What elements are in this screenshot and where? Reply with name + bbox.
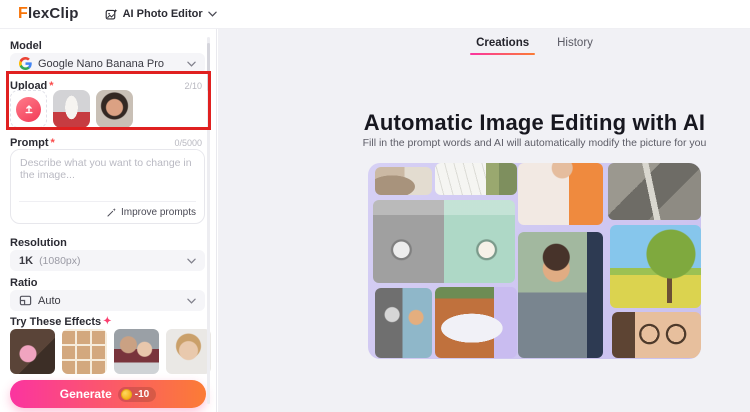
model-value: Google Nano Banana Pro [38, 57, 164, 70]
effect-thumbnail-pet-grid[interactable] [62, 329, 107, 374]
sparkle-icon: ✦ [103, 316, 112, 327]
prompt-box: Improve prompts [10, 149, 205, 224]
model-label: Model [10, 40, 42, 52]
active-tab-underline [470, 52, 536, 55]
collage-tshirt-recolor-image [518, 163, 603, 225]
chevron-down-icon [207, 11, 217, 17]
improve-prompts-label: Improve prompts [120, 207, 196, 218]
prompt-count: 0/5000 [174, 138, 202, 148]
uploaded-image-red-carpet[interactable] [53, 90, 90, 128]
flexclip-logo[interactable]: FlexClip [18, 5, 79, 23]
photo-editor-icon [105, 8, 117, 20]
google-g-icon [19, 57, 32, 70]
credit-cost: -10 [134, 388, 150, 400]
app-menu[interactable]: AI Photo Editor [105, 8, 217, 21]
chevron-down-icon [187, 298, 196, 304]
generate-button[interactable]: Generate -10 [10, 380, 206, 408]
ratio-label: Ratio [10, 277, 38, 289]
page-title: Automatic Image Editing with AI [363, 110, 706, 135]
chevron-down-icon [187, 61, 196, 67]
collage-tree-landscape-image [610, 225, 701, 308]
tab-history[interactable]: History [557, 37, 593, 55]
model-dropdown[interactable]: Google Nano Banana Pro [10, 53, 205, 74]
logo-letter: F [18, 5, 28, 22]
improve-prompts-button[interactable]: Improve prompts [19, 201, 196, 223]
uploaded-image-portrait[interactable] [96, 90, 133, 128]
logo-text: lexClip [27, 5, 79, 22]
prompt-input[interactable] [11, 150, 204, 192]
resolution-dropdown[interactable]: 1K (1080px) [10, 250, 205, 271]
required-asterisk: * [50, 137, 55, 149]
collage-sneaker-image [435, 287, 517, 358]
chevron-down-icon [187, 258, 196, 264]
aspect-ratio-icon [19, 295, 32, 306]
resolution-label: Resolution [10, 237, 67, 249]
upload-count: 2/10 [184, 81, 202, 91]
effect-thumbnail-doll-figurine[interactable] [10, 329, 55, 374]
tab-bar: Creations History [368, 37, 701, 55]
add-image-button[interactable] [10, 90, 47, 128]
collage-smiling-man-image [518, 232, 603, 358]
effects-row [10, 329, 211, 374]
coin-icon [120, 388, 132, 400]
upload-circle [16, 96, 41, 122]
prompt-label: Prompt * [10, 137, 55, 149]
tab-creations[interactable]: Creations [470, 37, 536, 55]
sidebar-scrollbar-thumb[interactable] [207, 43, 210, 91]
upload-arrow-icon [25, 105, 32, 114]
main-area: Creations History Automatic Image Editin… [218, 29, 750, 412]
collage-furniture-image [375, 167, 432, 195]
ratio-value: Auto [38, 294, 61, 307]
collage-sketch-to-real-image [435, 163, 517, 195]
resolution-value: 1K [19, 254, 34, 267]
collage-colorized-car-image [373, 200, 515, 283]
showcase-collage [368, 163, 701, 359]
effect-thumbnail-father-child[interactable] [114, 329, 159, 374]
collage-woman-glasses-image [612, 312, 701, 358]
generate-label: Generate [59, 387, 112, 401]
collage-couple-photo-image [375, 288, 432, 358]
sidebar-scrollbar-track [207, 37, 210, 404]
effect-thumbnail-toddler[interactable] [166, 329, 211, 374]
top-bar: FlexClip AI Photo Editor [0, 0, 750, 29]
resolution-detail: (1080px) [39, 254, 81, 267]
effects-label: Try These Effects ✦ [10, 316, 112, 328]
upload-row [10, 90, 133, 128]
app-window: FlexClip AI Photo Editor Model Google Na… [0, 0, 750, 412]
ratio-dropdown[interactable]: Auto [10, 290, 205, 311]
collage-restored-photo-image [608, 163, 701, 220]
app-menu-label: AI Photo Editor [122, 8, 203, 20]
credit-cost-pill: -10 [117, 386, 157, 402]
wand-sparkle-icon [107, 208, 116, 217]
settings-sidebar: Model Google Nano Banana Pro Upload * 2/1… [0, 29, 217, 412]
page-subtitle: Fill in the prompt words and AI will aut… [362, 137, 707, 149]
